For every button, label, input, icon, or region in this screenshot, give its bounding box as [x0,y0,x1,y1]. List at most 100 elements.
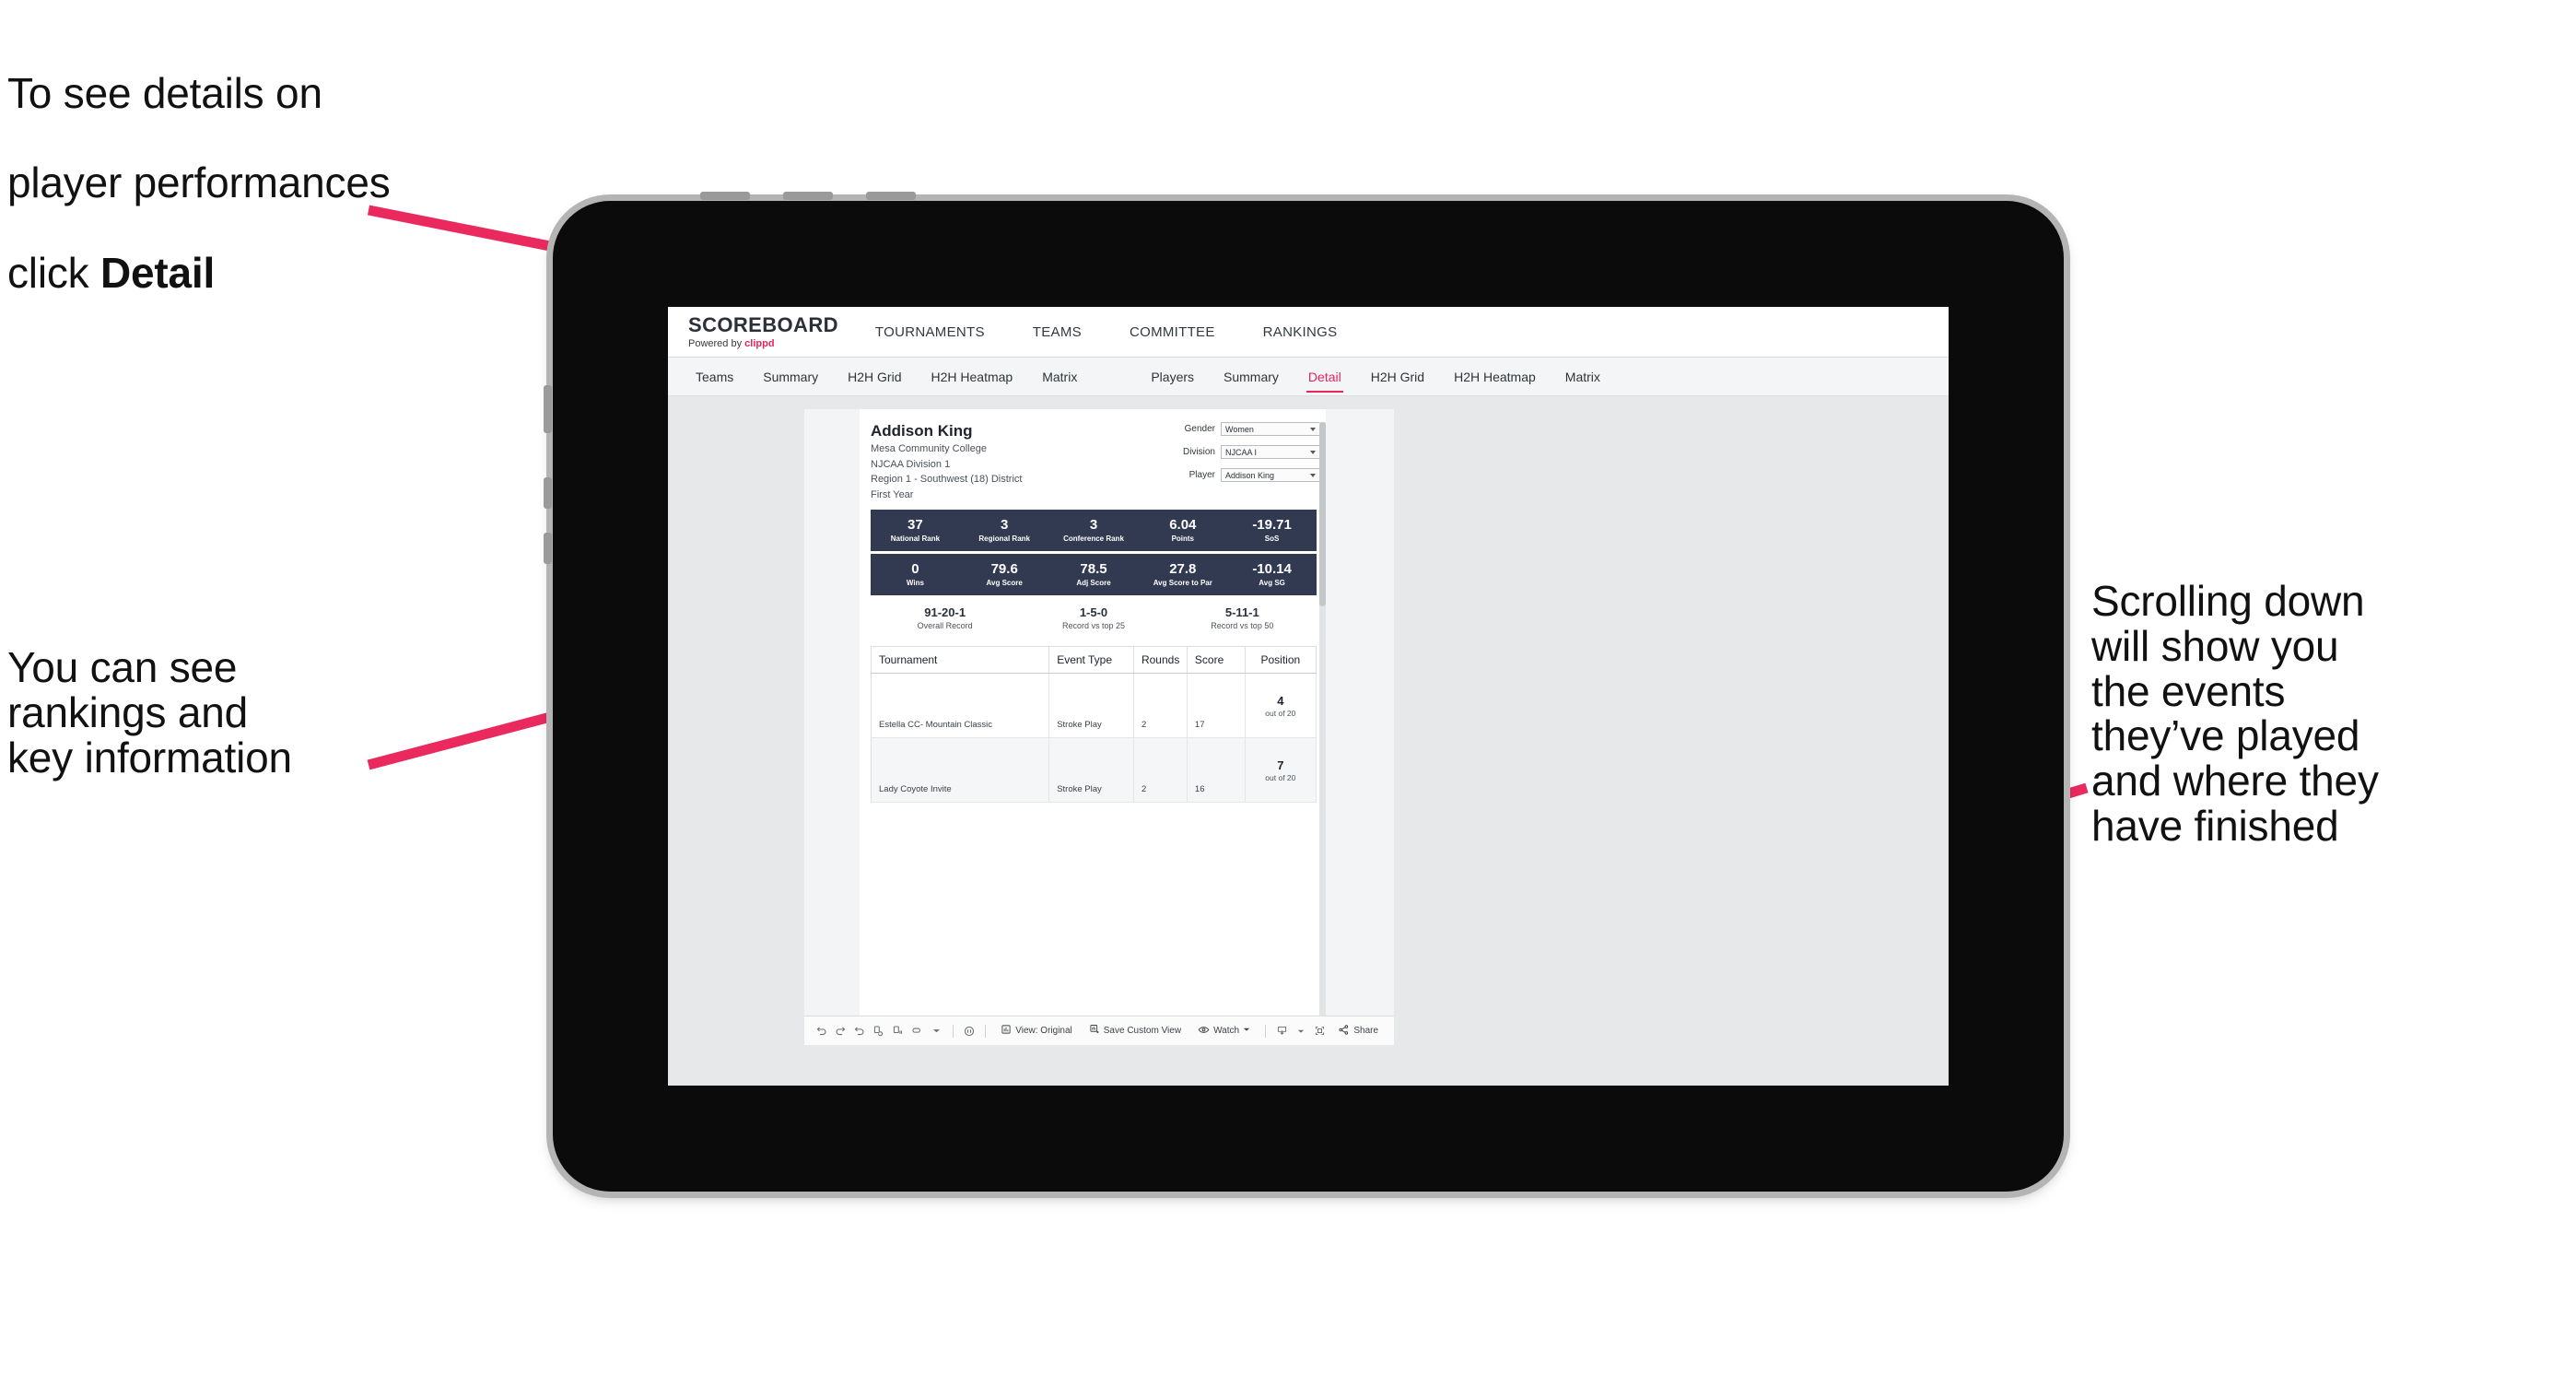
stat-label: Regional Rank [978,534,1030,543]
hardware-button-side-1 [544,385,552,433]
nav-item-tournaments[interactable]: TOURNAMENTS [851,324,1009,340]
stats-band-rankings: 37 National Rank 3 Regional Rank 3 Confe… [871,510,1317,552]
share-button[interactable]: Share [1338,1024,1378,1039]
save-custom-view-button[interactable]: Save Custom View [1089,1024,1181,1038]
cell-event-type: Stroke Play [1048,737,1134,804]
annotation-line-3-prefix: click [7,248,101,297]
view-original-button[interactable]: View: Original [1001,1024,1072,1038]
top-navigation: TOURNAMENTS TEAMS COMMITTEE RANKINGS [851,324,1362,340]
tab-teams-summary[interactable]: Summary [748,358,833,396]
tab-players[interactable]: Players [1136,358,1209,396]
stat-regional-rank: 3 Regional Rank [960,518,1049,543]
record-label: Record vs top 25 [1061,621,1126,631]
stat-label: Points [1171,534,1195,543]
filter-row-player: Player Addison King [1158,468,1320,482]
pause-icon[interactable] [960,1021,979,1041]
cell-position: 7 out of 20 [1245,737,1317,804]
redo-icon[interactable] [831,1021,850,1041]
stat-avg-score-to-par: 27.8 Avg Score to Par [1138,562,1227,587]
player-header: Addison King Mesa Community College NJCA… [860,422,1326,501]
table-row[interactable]: Estella CC- Mountain Classic Stroke Play… [871,673,1317,739]
stat-label: Avg Score [986,578,1023,587]
tab-players-detail[interactable]: Detail [1294,358,1356,396]
tab-teams-h2h-grid[interactable]: H2H Grid [833,358,916,396]
filter-select-player[interactable]: Addison King [1221,468,1320,482]
stat-points: 6.04 Points [1138,518,1227,543]
hardware-button-volume-up [544,477,552,509]
toolbar-divider [1265,1024,1266,1038]
chevron-down-icon [1243,1026,1250,1036]
tab-group-players: Players Summary Detail H2H Grid H2H Heat… [1136,358,1615,396]
stat-value: -19.71 [1252,517,1292,534]
pause-auto-update-icon[interactable] [888,1021,907,1041]
column-header-event-type[interactable]: Event Type [1048,646,1134,675]
tab-players-h2h-heatmap[interactable]: H2H Heatmap [1439,358,1551,396]
refresh-data-icon[interactable] [869,1021,888,1041]
stat-adj-score: 78.5 Adj Score [1049,562,1139,587]
tab-teams-h2h-heatmap[interactable]: H2H Heatmap [917,358,1028,396]
column-header-rounds[interactable]: Rounds [1133,646,1188,675]
brand-logo[interactable]: SCOREBOARD Powered by clippd [668,312,851,349]
annotation-scrolling-down: Scrolling down will show you the events … [2091,577,2379,850]
scrollbar-thumb[interactable] [1319,422,1326,606]
record-value: 1-5-0 [1079,605,1108,620]
brand-title: SCOREBOARD [688,312,838,336]
toolbar-divider [952,1024,954,1038]
column-header-score[interactable]: Score [1187,646,1246,675]
brand-powered-prefix: Powered by [688,337,745,349]
stat-value: 37 [907,517,923,534]
tab-players-summary[interactable]: Summary [1209,358,1294,396]
dashboard-card: Addison King Mesa Community College NJCA… [804,409,1394,1030]
undo-icon[interactable] [812,1021,831,1041]
stat-conference-rank: 3 Conference Rank [1049,518,1139,543]
share-icon [1338,1024,1350,1039]
filter-select-gender[interactable]: Women [1221,422,1320,436]
tab-players-matrix[interactable]: Matrix [1551,358,1615,396]
stat-avg-sg: -10.14 Avg SG [1227,562,1317,587]
device-layout-icon[interactable] [907,1021,927,1041]
stat-value: 3 [1089,517,1098,534]
cell-rounds: 2 [1133,737,1188,804]
screenshot-stage: To see details on player performances cl… [0,0,2576,1386]
nav-item-rankings[interactable]: RANKINGS [1239,324,1362,340]
app-header: SCOREBOARD Powered by clippd TOURNAMENTS… [668,307,1949,358]
filter-row-division: Division NJCAA I [1158,445,1320,459]
viz-toolbar: View: Original Save Custom View Watch Sh… [804,1016,1394,1045]
filter-value-gender: Women [1225,424,1254,434]
download-icon[interactable] [1272,1021,1292,1041]
hardware-button-top-3 [866,192,916,200]
stats-band-scoring: 0 Wins 79.6 Avg Score 78.5 Adj Score 27.… [871,554,1317,596]
stat-label: Conference Rank [1063,534,1124,543]
filter-row-gender: Gender Women [1158,422,1320,436]
chevron-down-icon[interactable] [927,1021,946,1041]
stat-value: 79.6 [990,561,1018,578]
table-row[interactable]: Lady Coyote Invite Stroke Play 2 16 7 ou… [871,737,1317,804]
stat-national-rank: 37 National Rank [871,518,960,543]
tab-teams[interactable]: Teams [681,358,748,396]
vertical-scrollbar[interactable] [1319,422,1326,1030]
position-out-of: out of 20 [1265,772,1296,782]
cell-position: 4 out of 20 [1245,673,1317,739]
filter-select-division[interactable]: NJCAA I [1221,445,1320,459]
record-vs-top-25: 1-5-0 Record vs top 25 [1019,605,1167,630]
filter-panel: Gender Women Division NJCAA I Player Add… [1158,422,1320,491]
watch-button[interactable]: Watch [1198,1024,1250,1039]
revert-icon[interactable] [850,1021,870,1041]
filter-label-player: Player [1188,470,1215,480]
nav-item-teams[interactable]: TEAMS [1009,324,1106,340]
position-value: 4 [1277,693,1284,708]
column-header-position[interactable]: Position [1245,646,1317,675]
chevron-down-icon[interactable] [1292,1021,1311,1041]
brand-subtitle: Powered by clippd [688,338,838,349]
tab-players-h2h-grid[interactable]: H2H Grid [1356,358,1439,396]
records-row: 91-20-1 Overall Record 1-5-0 Record vs t… [871,605,1317,630]
nav-item-committee[interactable]: COMMITTEE [1106,324,1239,340]
annotation-line-3-bold: Detail [100,248,216,297]
save-view-icon [1089,1024,1100,1038]
stat-label: National Rank [890,534,941,543]
sub-tab-bar: Teams Summary H2H Grid H2H Heatmap Matri… [668,358,1949,396]
fullscreen-icon[interactable] [1311,1021,1330,1041]
column-header-tournament[interactable]: Tournament [871,646,1050,675]
tab-teams-matrix[interactable]: Matrix [1027,358,1092,396]
cell-score: 17 [1187,673,1246,739]
